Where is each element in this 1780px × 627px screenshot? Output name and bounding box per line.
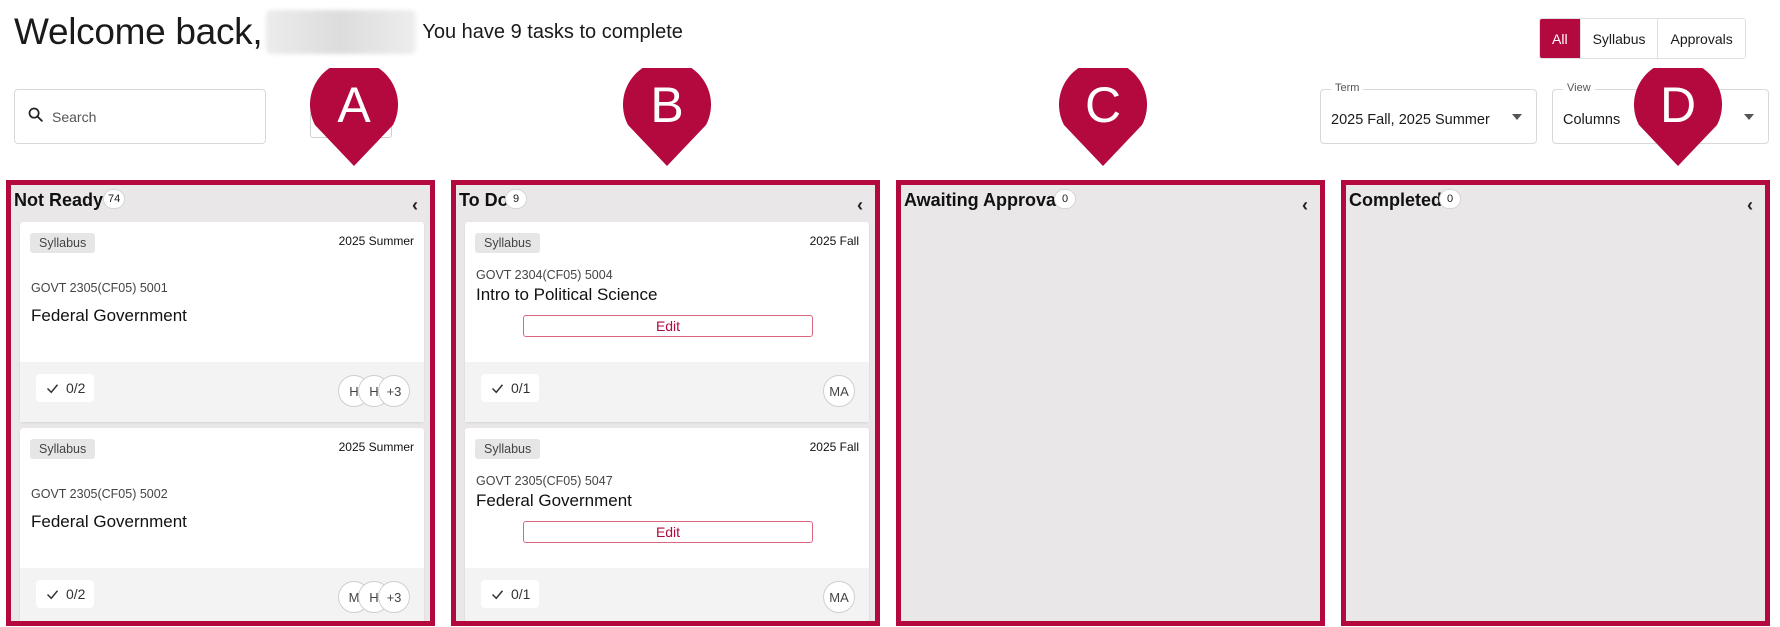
- card-footer: 0/2 H H +3: [20, 362, 424, 422]
- callout-marker-d: D: [1628, 68, 1728, 168]
- edit-button[interactable]: Edit: [523, 521, 813, 543]
- assignee-avatars: MA: [823, 375, 855, 407]
- avatar-overflow[interactable]: +3: [378, 581, 410, 613]
- term-label: 2025 Fall: [809, 234, 859, 248]
- avatar[interactable]: MA: [823, 375, 855, 407]
- progress-chip: 0/1: [481, 580, 540, 608]
- column-count-badge: 0: [1054, 189, 1076, 209]
- column-to-do: To Do 9 ‹ Syllabus 2025 Fall GOVT 2304(C…: [451, 180, 880, 626]
- progress-text: 0/2: [66, 586, 86, 602]
- progress-text: 0/1: [511, 586, 531, 602]
- caret-down-icon: [1512, 114, 1522, 120]
- column-title: To Do: [459, 190, 509, 210]
- filter-all-button[interactable]: All: [1540, 19, 1581, 58]
- view-select-label: View: [1563, 82, 1595, 94]
- column-title: Completed: [1349, 190, 1443, 210]
- collapse-chevron-icon[interactable]: ‹: [1747, 195, 1753, 216]
- course-title: Federal Government: [31, 512, 187, 531]
- type-badge: Syllabus: [475, 233, 541, 253]
- type-badge: Syllabus: [475, 439, 541, 459]
- assignee-avatars: M H +3: [338, 581, 410, 613]
- card-footer: 0/1 MA: [465, 568, 869, 621]
- term-label: 2025 Summer: [338, 440, 414, 454]
- assignee-avatars: MA: [823, 581, 855, 613]
- progress-chip: 0/2: [36, 374, 95, 402]
- course-code: GOVT 2305(CF05) 5001: [31, 281, 168, 295]
- course-code: GOVT 2304(CF05) 5004: [476, 268, 613, 282]
- edit-button[interactable]: Edit: [523, 315, 813, 337]
- caret-down-icon: [1744, 114, 1754, 120]
- column-awaiting-approval: Awaiting Approval 0 ‹: [896, 180, 1325, 626]
- callout-marker-c: C: [1053, 68, 1153, 168]
- column-count-badge: 74: [103, 189, 126, 209]
- column-header: Not Ready 74 ‹: [11, 185, 430, 223]
- course-code: GOVT 2305(CF05) 5002: [31, 487, 168, 501]
- term-label: 2025 Fall: [809, 440, 859, 454]
- column-not-ready: Not Ready 74 ‹ Syllabus 2025 Summer GOVT…: [6, 180, 435, 626]
- task-card[interactable]: Syllabus 2025 Fall GOVT 2305(CF05) 5047 …: [465, 428, 869, 621]
- progress-text: 0/1: [511, 380, 531, 396]
- column-header: To Do 9 ‹: [456, 185, 875, 223]
- column-completed: Completed 0 ‹: [1341, 180, 1770, 626]
- user-name-redacted: [266, 10, 417, 54]
- search-icon: [27, 106, 44, 128]
- term-label: 2025 Summer: [338, 234, 414, 248]
- task-card[interactable]: Syllabus 2025 Summer GOVT 2305(CF05) 500…: [20, 428, 424, 621]
- type-badge: Syllabus: [30, 233, 96, 253]
- course-code: GOVT 2305(CF05) 5047: [476, 474, 613, 488]
- course-title: Federal Government: [31, 306, 187, 325]
- check-icon: [491, 383, 504, 393]
- column-header: Awaiting Approval 0 ‹: [901, 185, 1320, 223]
- collapse-chevron-icon[interactable]: ‹: [412, 195, 418, 216]
- view-select-value: Columns: [1563, 112, 1621, 128]
- column-title: Awaiting Approval: [904, 190, 1062, 210]
- card-footer: 0/1 MA: [465, 362, 869, 422]
- filter-approvals-button[interactable]: Approvals: [1658, 19, 1745, 58]
- progress-chip: 0/2: [36, 580, 95, 608]
- welcome-header: Welcome back, You have 9 tasks to comple…: [14, 10, 683, 54]
- task-card[interactable]: Syllabus 2025 Fall GOVT 2304(CF05) 5004 …: [465, 222, 869, 422]
- collapse-chevron-icon[interactable]: ‹: [1302, 195, 1308, 216]
- card-footer: 0/2 M H +3: [20, 568, 424, 621]
- term-select-value: 2025 Fall, 2025 Summer: [1331, 112, 1490, 128]
- welcome-title: Welcome back,: [14, 11, 263, 52]
- column-count-badge: 0: [1439, 189, 1461, 209]
- progress-text: 0/2: [66, 380, 86, 396]
- term-select-label: Term: [1331, 82, 1364, 94]
- avatar[interactable]: MA: [823, 581, 855, 613]
- check-icon: [46, 589, 59, 599]
- search-box: [14, 89, 266, 144]
- avatar-overflow[interactable]: +3: [378, 375, 410, 407]
- check-icon: [46, 383, 59, 393]
- column-count-badge: 9: [505, 189, 527, 209]
- column-title: Not Ready: [14, 190, 104, 210]
- term-select[interactable]: Term 2025 Fall, 2025 Summer: [1320, 82, 1537, 144]
- filter-syllabus-button[interactable]: Syllabus: [1580, 19, 1659, 58]
- column-header: Completed 0 ‹: [1346, 185, 1765, 223]
- check-icon: [491, 589, 504, 599]
- search-input[interactable]: [52, 108, 242, 125]
- task-card[interactable]: Syllabus 2025 Summer GOVT 2305(CF05) 500…: [20, 222, 424, 422]
- filter-toggle-group: All Syllabus Approvals: [1539, 18, 1746, 59]
- course-title: Federal Government: [476, 491, 632, 510]
- callout-marker-b: B: [617, 68, 717, 168]
- callout-marker-a: A: [304, 68, 404, 168]
- type-badge: Syllabus: [30, 439, 96, 459]
- assignee-avatars: H H +3: [338, 375, 410, 407]
- course-title: Intro to Political Science: [476, 285, 658, 304]
- collapse-chevron-icon[interactable]: ‹: [857, 195, 863, 216]
- task-summary: You have 9 tasks to complete: [422, 20, 683, 43]
- progress-chip: 0/1: [481, 374, 540, 402]
